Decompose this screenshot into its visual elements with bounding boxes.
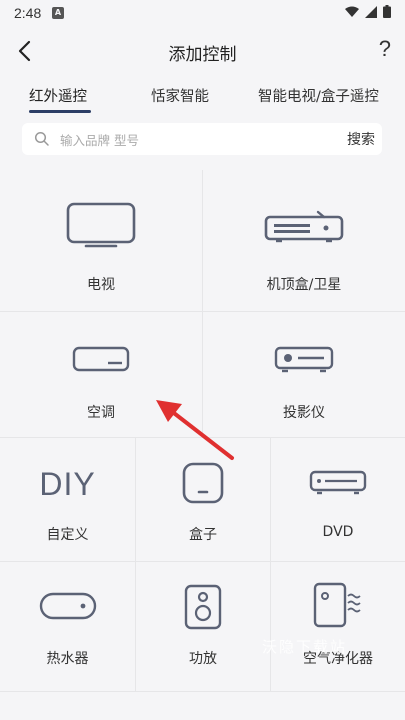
notification-icon: A [52, 7, 64, 19]
signal-icon [365, 5, 377, 18]
device-projector[interactable]: 投影仪 [203, 312, 405, 438]
device-diy[interactable]: DIY 自定义 [0, 438, 136, 562]
status-time: 2:48 [14, 5, 42, 21]
dvd-player-icon [309, 470, 367, 495]
device-label: 功放 [189, 651, 217, 667]
help-button[interactable]: ? [379, 36, 391, 62]
diy-icon: DIY [39, 466, 96, 502]
device-label: 空调 [87, 405, 115, 421]
device-label: 盒子 [189, 527, 217, 543]
water-heater-icon [39, 592, 96, 620]
device-label: 投影仪 [283, 405, 325, 421]
device-label: 热水器 [46, 651, 89, 667]
device-label: DVD [322, 524, 354, 540]
tab-indicator [29, 110, 91, 113]
device-dvd[interactable]: DVD [271, 438, 405, 562]
tab-tianjia-smart[interactable]: 恬家智能 [151, 85, 209, 106]
battery-icon [383, 5, 391, 18]
projector-icon [274, 346, 334, 373]
search-input[interactable]: 输入品牌 型号 [60, 130, 139, 149]
tv-icon [66, 202, 136, 248]
system-icons [345, 5, 391, 18]
search-icon [34, 131, 49, 146]
device-set-top-box[interactable]: 机顶盒/卫星 [203, 170, 405, 312]
search-bar: 输入品牌 型号 搜索 [22, 123, 382, 155]
page-title: 添加控制 [168, 45, 237, 65]
device-label: 自定义 [46, 527, 89, 543]
search-button[interactable]: 搜索 [340, 129, 382, 149]
device-air-conditioner[interactable]: 空调 [0, 312, 203, 438]
device-tv[interactable]: 电视 [0, 170, 203, 312]
watermark: 沃隐下载站 [262, 638, 348, 656]
set-top-box-icon [264, 210, 344, 243]
media-box-icon [182, 462, 224, 504]
wifi-icon [345, 6, 359, 17]
air-conditioner-icon [72, 346, 130, 372]
tab-bar: 红外遥控 恬家智能 智能电视/盒子遥控 [0, 80, 405, 114]
device-air-purifier[interactable]: 空气净化器 [271, 562, 405, 692]
device-label: 电视 [87, 277, 115, 293]
device-amplifier[interactable]: 功放 [136, 562, 271, 692]
tab-infrared[interactable]: 红外遥控 [29, 85, 87, 106]
device-water-heater[interactable]: 热水器 [0, 562, 136, 692]
tab-smart-tv-box[interactable]: 智能电视/盒子遥控 [258, 85, 379, 106]
device-box[interactable]: 盒子 [136, 438, 271, 562]
status-bar: 2:48 A [0, 0, 405, 28]
speaker-icon [184, 584, 222, 630]
air-purifier-icon [313, 582, 361, 628]
app-header: 添加控制 ? [0, 28, 405, 74]
device-label: 机顶盒/卫星 [266, 277, 342, 293]
